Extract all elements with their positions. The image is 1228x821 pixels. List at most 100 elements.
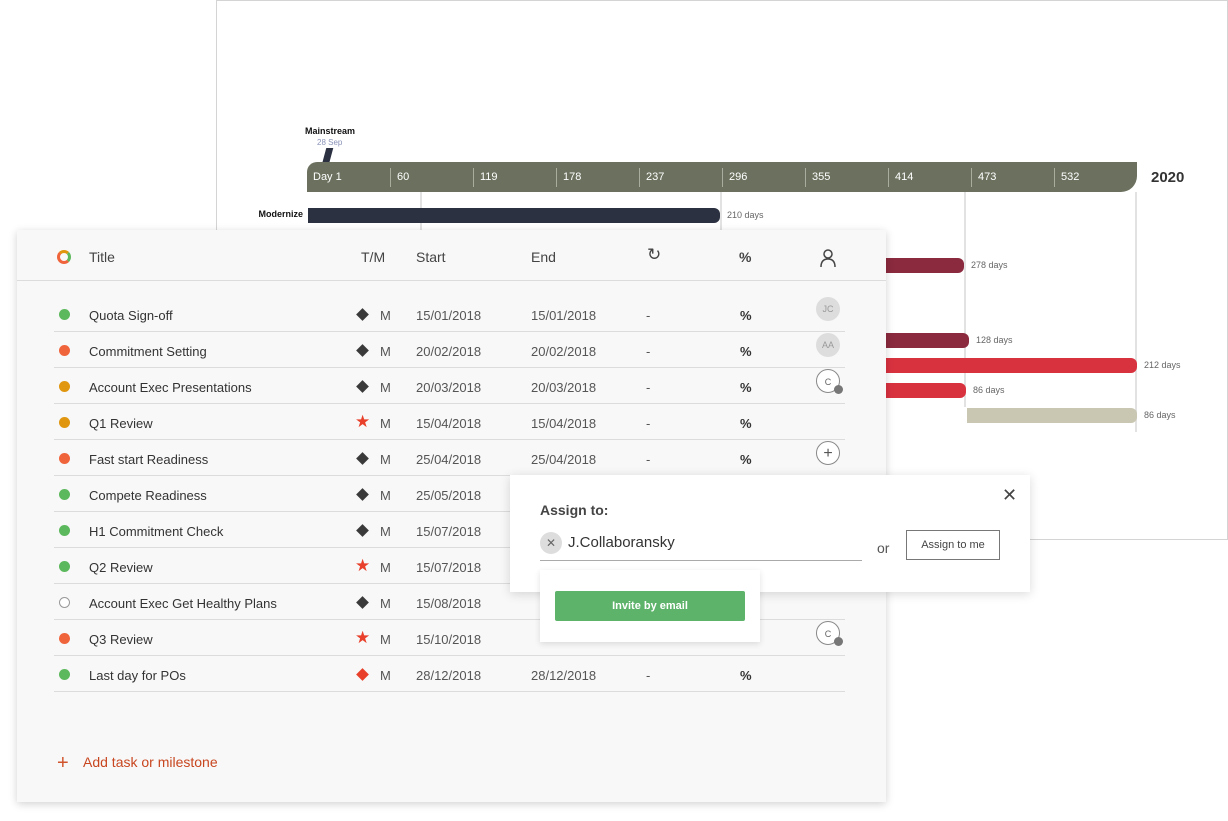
start-date[interactable]: 15/08/2018 <box>416 596 481 611</box>
status-dot[interactable] <box>59 417 70 428</box>
task-title[interactable]: Commitment Setting <box>89 344 207 359</box>
task-title[interactable]: Q2 Review <box>89 560 153 575</box>
table-row[interactable]: Fast start Readiness M 25/04/2018 25/04/… <box>54 440 845 476</box>
task-type: M <box>380 668 391 683</box>
percent[interactable]: % <box>740 380 752 395</box>
task-title[interactable]: Q3 Review <box>89 632 153 647</box>
status-dot[interactable] <box>59 453 70 464</box>
status-dot[interactable] <box>59 597 70 608</box>
task-title[interactable]: H1 Commitment Check <box>89 524 223 539</box>
assign-to-me-button[interactable]: Assign to me <box>906 530 1000 560</box>
status-dot[interactable] <box>59 489 70 500</box>
end-date[interactable]: 28/12/2018 <box>531 668 596 683</box>
star-icon: ★ <box>355 628 371 647</box>
percent[interactable]: % <box>740 668 752 683</box>
plus-icon[interactable]: + <box>57 752 69 775</box>
task-type: M <box>380 308 391 323</box>
task-type: M <box>380 488 391 503</box>
table-row[interactable]: Commitment Setting M 20/02/2018 20/02/20… <box>54 332 845 368</box>
task-title[interactable]: Account Exec Presentations <box>89 380 252 395</box>
table-row[interactable]: Account Exec Presentations M 20/03/2018 … <box>54 368 845 404</box>
start-date[interactable]: 28/12/2018 <box>416 668 481 683</box>
start-date[interactable]: 15/07/2018 <box>416 524 481 539</box>
add-assignee-icon[interactable]: + <box>816 441 840 465</box>
history-icon[interactable]: ↻ <box>647 245 661 265</box>
clock-icon <box>834 385 843 394</box>
star-icon: ★ <box>355 556 371 575</box>
timeline-tick: 532 <box>1054 168 1079 187</box>
invite-by-email-button[interactable]: Invite by email <box>555 591 745 621</box>
task-title[interactable]: Fast start Readiness <box>89 452 208 467</box>
end-date[interactable]: 20/03/2018 <box>531 380 596 395</box>
status-dot[interactable] <box>59 345 70 356</box>
end-date[interactable]: 20/02/2018 <box>531 344 596 359</box>
percent[interactable]: % <box>740 416 752 431</box>
gantt-bar[interactable] <box>308 208 720 223</box>
duration: - <box>646 668 651 683</box>
task-title[interactable]: Quota Sign-off <box>89 308 173 323</box>
duration: - <box>646 344 651 359</box>
status-dot[interactable] <box>59 561 70 572</box>
bar-duration: 212 days <box>1144 360 1181 370</box>
percent[interactable]: % <box>740 452 752 467</box>
duration: - <box>646 380 651 395</box>
table-row[interactable]: Q1 Review ★ M 15/04/2018 15/04/2018 - % <box>54 404 845 440</box>
start-date[interactable]: 25/04/2018 <box>416 452 481 467</box>
gridline <box>964 192 966 407</box>
start-date[interactable]: 15/10/2018 <box>416 632 481 647</box>
assignee-avatar[interactable]: JC <box>816 297 840 321</box>
task-type: M <box>380 344 391 359</box>
start-date[interactable]: 25/05/2018 <box>416 488 481 503</box>
gridline <box>1135 192 1137 432</box>
duration: - <box>646 452 651 467</box>
assignee-input[interactable]: ✕ J.Collaboransky <box>540 531 862 561</box>
percent[interactable]: % <box>740 308 752 323</box>
task-title[interactable]: Compete Readiness <box>89 488 207 503</box>
start-date[interactable]: 20/03/2018 <box>416 380 481 395</box>
status-dot[interactable] <box>59 309 70 320</box>
header-title[interactable]: Title <box>89 249 115 265</box>
task-title[interactable]: Q1 Review <box>89 416 153 431</box>
percent[interactable]: % <box>740 344 752 359</box>
gantt-bar[interactable] <box>860 358 1137 373</box>
milestone-date: 28 Sep <box>317 138 343 147</box>
person-icon[interactable] <box>820 249 836 270</box>
start-date[interactable]: 15/07/2018 <box>416 560 481 575</box>
milestone-label: Mainstream <box>305 126 356 136</box>
assignee-value: J.Collaboransky <box>568 534 675 551</box>
task-type: M <box>380 632 391 647</box>
end-date[interactable]: 15/01/2018 <box>531 308 596 323</box>
timeline-tick: 119 <box>473 168 498 187</box>
end-date[interactable]: 15/04/2018 <box>531 416 596 431</box>
header-percent[interactable]: % <box>739 249 751 265</box>
table-row[interactable]: Quota Sign-off M 15/01/2018 15/01/2018 -… <box>54 296 845 332</box>
clock-icon <box>834 637 843 646</box>
timeline-tick: 60 <box>390 168 409 187</box>
task-title[interactable]: Last day for POs <box>89 668 186 683</box>
start-date[interactable]: 15/01/2018 <box>416 308 481 323</box>
end-date[interactable]: 25/04/2018 <box>531 452 596 467</box>
add-task-button[interactable]: Add task or milestone <box>83 754 218 770</box>
diamond-icon <box>356 452 369 465</box>
gantt-bar[interactable] <box>967 408 1137 423</box>
gridline <box>720 192 722 232</box>
duration: - <box>646 308 651 323</box>
bar-duration: 210 days <box>727 210 764 220</box>
status-dot[interactable] <box>59 381 70 392</box>
status-dot[interactable] <box>59 669 70 680</box>
diamond-icon <box>356 380 369 393</box>
task-type: M <box>380 380 391 395</box>
status-dot[interactable] <box>59 633 70 644</box>
year-label: 2020 <box>1151 169 1185 186</box>
close-icon[interactable]: ✕ <box>1002 485 1017 506</box>
task-title[interactable]: Account Exec Get Healthy Plans <box>89 596 277 611</box>
header-end[interactable]: End <box>531 249 556 265</box>
start-date[interactable]: 20/02/2018 <box>416 344 481 359</box>
table-row[interactable]: Last day for POs M 28/12/2018 28/12/2018… <box>54 656 845 692</box>
assignee-avatar[interactable]: AA <box>816 333 840 357</box>
header-start[interactable]: Start <box>416 249 446 265</box>
remove-chip-icon[interactable]: ✕ <box>540 532 562 554</box>
start-date[interactable]: 15/04/2018 <box>416 416 481 431</box>
status-dot[interactable] <box>59 525 70 536</box>
header-tm[interactable]: T/M <box>361 249 385 265</box>
